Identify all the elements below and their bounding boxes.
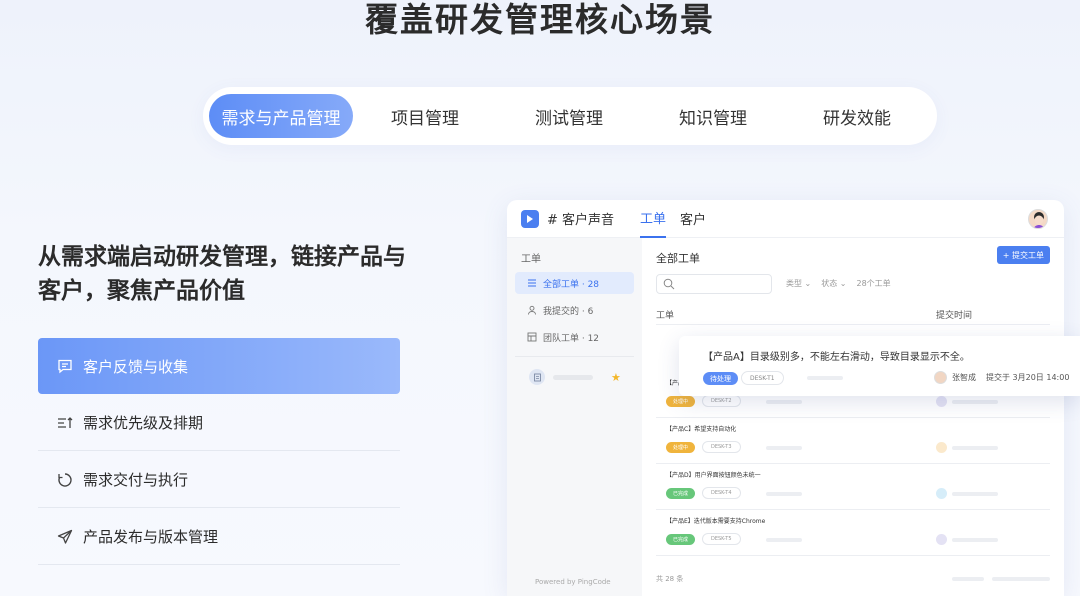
tab-customers[interactable]: 客户: [680, 200, 706, 238]
sidebar-project[interactable]: ★: [507, 367, 642, 387]
placeholder-bar: [952, 492, 998, 496]
placeholder-bar: [807, 376, 843, 380]
feature-label: 产品发布与版本管理: [83, 528, 219, 546]
placeholder-bar: [766, 492, 802, 496]
placeholder-bar: [952, 577, 984, 581]
filter-bar: 类型 ⌄ 状态 ⌄ 28个工单: [786, 278, 891, 289]
ticket-list-heading: 全部工单: [656, 252, 700, 265]
sidebar-item-all[interactable]: 全部工单 · 28: [515, 272, 634, 294]
app-title: # 客户声音: [547, 213, 615, 228]
feature-label: 需求优先级及排期: [83, 414, 204, 432]
table-row[interactable]: 【产品E】迭代版本需要支持Chrome 已完成 DESK-T5: [656, 510, 1050, 556]
feature-delivery[interactable]: 需求交付与执行: [38, 452, 400, 508]
cycle-icon: [56, 471, 74, 489]
avatar[interactable]: [1028, 209, 1048, 229]
ticket-list-panel: 全部工单 + 提交工单 类型 ⌄ 状态 ⌄ 28个工单 工单 提交时间 【产品 …: [642, 238, 1064, 596]
placeholder-bar: [952, 538, 998, 542]
feature-release[interactable]: 产品发布与版本管理: [38, 509, 400, 565]
send-icon: [56, 528, 74, 546]
ticket-count: 28个工单: [856, 279, 891, 288]
tab-tickets[interactable]: 工单: [640, 200, 667, 238]
status-filter[interactable]: 状态 ⌄: [821, 278, 846, 289]
app-preview: # 客户声音 工单 客户 工单 全部工单 · 28 我提交的 · 6 团队工单 …: [507, 200, 1064, 596]
message-icon: [56, 357, 74, 375]
table-row[interactable]: 【产品D】用户界面按钮颜色未统一 已完成 DESK-T4: [656, 464, 1050, 510]
priority-list-icon: [56, 414, 74, 432]
placeholder-bar: [952, 400, 998, 404]
search-icon: [663, 278, 675, 290]
tab-requirements[interactable]: 需求与产品管理: [209, 94, 353, 138]
tab-project[interactable]: 项目管理: [353, 94, 497, 138]
header-divider: [656, 324, 1050, 325]
status-badge: 已完成: [666, 488, 696, 499]
ticket-title: 【产品E】迭代版本需要支持Chrome: [666, 518, 766, 525]
status-badge: 已完成: [666, 534, 696, 545]
feature-label: 客户反馈与收集: [83, 357, 189, 376]
user-icon: [528, 305, 536, 315]
sidebar-item-label: 我提交的 · 6: [543, 306, 594, 317]
feature-list: 客户反馈与收集 需求优先级及排期 需求交付与执行 产品发布与版本管理: [38, 338, 400, 566]
ticket-title: 【产品D】用户界面按钮颜色未统一: [666, 472, 761, 479]
star-icon[interactable]: ★: [611, 371, 621, 384]
tab-knowledge[interactable]: 知识管理: [641, 94, 785, 138]
highlighted-ticket-card[interactable]: 【产品A】目录级别多，不能左右滑动，导致目录显示不全。 待处理 DESK-T1 …: [679, 336, 1080, 396]
scenario-tabs: 需求与产品管理 项目管理 测试管理 知识管理 研发效能: [203, 87, 937, 145]
ticket-code: DESK-T2: [702, 395, 741, 407]
sidebar-item-mine[interactable]: 我提交的 · 6: [515, 299, 634, 321]
sidebar-item-team[interactable]: 团队工单 · 12: [515, 326, 634, 348]
ticket-title: 【产品C】希望支持自动化: [666, 426, 737, 433]
pingcode-logo-icon: [521, 209, 539, 228]
avatar: [934, 371, 947, 384]
feature-priority[interactable]: 需求优先级及排期: [38, 395, 400, 451]
ticket-code: DESK-T1: [741, 371, 784, 385]
placeholder-bar: [766, 400, 802, 404]
avatar: [936, 396, 947, 407]
search-input[interactable]: [656, 274, 772, 294]
ticket-submitter: 张智成 提交于 3月20日 14:00: [934, 371, 1069, 384]
column-header-time: 提交时间: [936, 311, 973, 321]
powered-by: Powered by PingCode: [535, 578, 611, 586]
ticket-title: 【产品A】目录级别多，不能左右滑动，导致目录显示不全。: [703, 352, 970, 363]
table-row[interactable]: 【产品C】希望支持自动化 处理中 DESK-T3: [656, 418, 1050, 464]
pagination: [952, 577, 1050, 581]
sidebar-heading: 工单: [521, 254, 541, 265]
subtitle-line-2: 客户，聚焦产品价值: [38, 278, 245, 304]
placeholder-bar: [766, 446, 802, 450]
feature-label: 需求交付与执行: [83, 471, 189, 489]
avatar: [936, 488, 947, 499]
team-icon: [527, 332, 537, 342]
document-icon: [529, 369, 545, 385]
placeholder-bar: [766, 538, 802, 542]
submit-ticket-button[interactable]: + 提交工单: [996, 246, 1050, 264]
subtitle-line-1: 从需求端启动研发管理，链接产品与: [38, 244, 406, 270]
submit-time: 提交于 3月20日 14:00: [986, 373, 1070, 382]
feature-customer-feedback[interactable]: 客户反馈与收集: [38, 338, 400, 394]
sidebar-item-label: 团队工单 · 12: [543, 333, 600, 344]
type-filter[interactable]: 类型 ⌄: [786, 278, 811, 289]
ticket-code: DESK-T4: [702, 487, 741, 499]
submitter-name: 张智成: [952, 373, 976, 382]
sidebar-item-label: 全部工单 · 28: [543, 279, 600, 290]
app-sidebar: 工单 全部工单 · 28 我提交的 · 6 团队工单 · 12 ★ Powere…: [507, 238, 642, 596]
sidebar-divider: [515, 356, 634, 357]
total-count: 共 28 条: [656, 575, 684, 583]
placeholder-bar: [952, 446, 998, 450]
app-header: # 客户声音 工单 客户: [507, 200, 1064, 238]
placeholder-bar: [992, 577, 1050, 581]
status-badge: 处理中: [666, 396, 696, 407]
tab-testing[interactable]: 测试管理: [497, 94, 641, 138]
section-subtitle: 从需求端启动研发管理，链接产品与 客户，聚焦产品价值: [38, 240, 438, 308]
avatar: [936, 442, 947, 453]
page-headline: 覆盖研发管理核心场景: [365, 0, 715, 39]
ticket-code: DESK-T3: [702, 441, 741, 453]
project-name-placeholder: [553, 374, 593, 380]
status-badge: 处理中: [666, 442, 696, 453]
status-badge: 待处理: [703, 372, 738, 385]
column-header-ticket: 工单: [656, 311, 675, 321]
tab-efficiency[interactable]: 研发效能: [785, 94, 929, 138]
avatar: [936, 534, 947, 545]
ticket-code: DESK-T5: [702, 533, 741, 545]
list-icon: [528, 279, 536, 287]
